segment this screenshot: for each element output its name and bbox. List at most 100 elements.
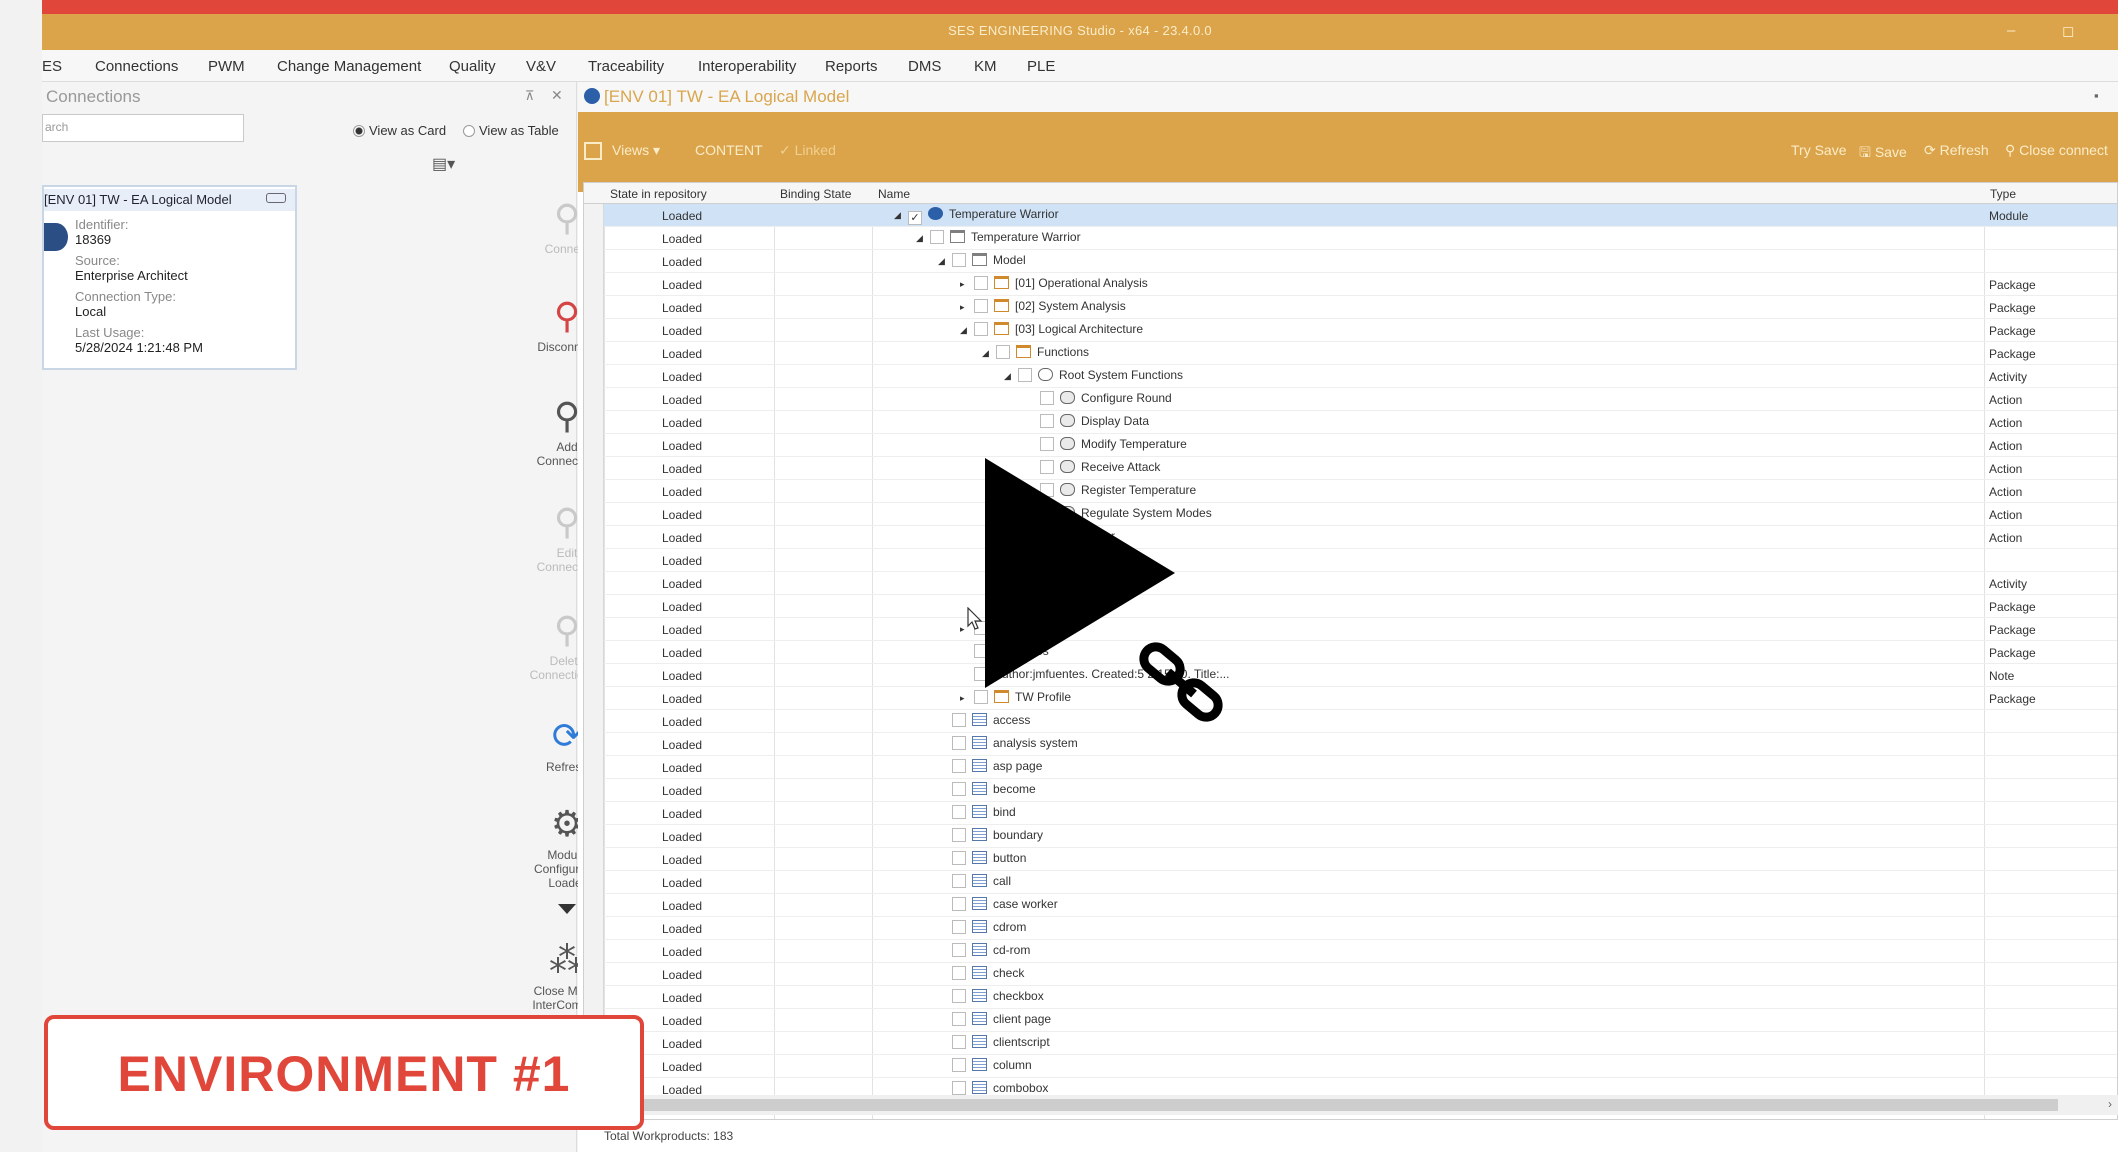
table-row[interactable]: Loaded cdrom (604, 917, 2117, 940)
row-checkbox[interactable] (952, 805, 966, 819)
table-row[interactable]: Loaded checkbox (604, 986, 2117, 1009)
row-checkbox[interactable] (930, 230, 944, 244)
pin-icon[interactable]: ▪ (2094, 88, 2099, 103)
column-header-name[interactable]: Name (878, 187, 910, 201)
row-selector[interactable] (584, 894, 604, 917)
row-selector[interactable] (584, 204, 604, 227)
search-input[interactable]: arch (42, 114, 244, 142)
row-selector[interactable] (584, 572, 604, 595)
menu-item[interactable]: Quality (449, 58, 496, 75)
row-selector[interactable] (584, 480, 604, 503)
expand-toggle-icon[interactable]: ◢ (982, 348, 992, 359)
table-row[interactable]: Loaded clientscript (604, 1032, 2117, 1055)
row-selector[interactable] (584, 825, 604, 848)
table-row[interactable]: Loaded client page (604, 1009, 2117, 1032)
row-checkbox[interactable] (952, 736, 966, 750)
row-selector[interactable] (584, 756, 604, 779)
table-row[interactable]: Loaded asp page (604, 756, 2117, 779)
scrollbar-thumb[interactable] (603, 1099, 2058, 1111)
table-row[interactable]: Loaded ▸ [02] System Analysis Package (604, 296, 2117, 319)
row-selector[interactable] (584, 250, 604, 273)
save-button[interactable]: 🖫 Save (1859, 142, 1907, 166)
minimize-button[interactable]: – (2007, 22, 2015, 39)
row-checkbox[interactable] (952, 253, 966, 267)
table-row[interactable]: Loaded Power Action (604, 526, 2117, 549)
row-selector[interactable] (584, 687, 604, 710)
row-selector[interactable] (584, 411, 604, 434)
table-row[interactable]: Loaded cd-rom (604, 940, 2117, 963)
horizontal-scrollbar[interactable]: › (583, 1095, 2118, 1115)
row-selector[interactable] (584, 871, 604, 894)
try-save-button[interactable]: Try Save (1791, 142, 1847, 158)
scroll-right-icon[interactable]: › (2108, 1097, 2112, 1111)
table-row[interactable]: Loaded Modify Temperature Action (604, 434, 2117, 457)
maximize-button[interactable]: ◻ (2062, 22, 2074, 40)
menu-item[interactable]: V&V (526, 58, 556, 75)
expand-toggle-icon[interactable]: ◢ (1004, 371, 1014, 382)
chevron-down-icon[interactable] (558, 904, 576, 914)
table-row[interactable]: Loaded ◢ ✓ Temperature Warrior Module (604, 204, 2117, 227)
row-selector[interactable] (584, 618, 604, 641)
table-row[interactable]: Loaded ▸ [01] Operational Analysis Package (604, 273, 2117, 296)
row-selector[interactable] (584, 917, 604, 940)
table-row[interactable]: Loaded ▸ quirements Package (604, 618, 2117, 641)
table-row[interactable]: Loaded Package (604, 595, 2117, 618)
row-selector[interactable] (584, 365, 604, 388)
row-selector[interactable] (584, 526, 604, 549)
row-selector[interactable] (584, 963, 604, 986)
row-selector[interactable] (584, 733, 604, 756)
table-row[interactable]: Loaded call (604, 871, 2117, 894)
table-row[interactable]: Loaded ctions Activity (604, 572, 2117, 595)
expand-toggle-icon[interactable]: ▸ (960, 693, 970, 704)
table-row[interactable]: Loaded button (604, 848, 2117, 871)
row-checkbox[interactable] (1040, 437, 1054, 451)
pin-icon[interactable]: ⊼ (525, 88, 535, 104)
view-as-card-radio[interactable]: View as Card (353, 123, 446, 138)
row-checkbox[interactable] (952, 1058, 966, 1072)
row-checkbox[interactable] (996, 345, 1010, 359)
row-checkbox[interactable] (952, 966, 966, 980)
menu-item[interactable]: Reports (825, 58, 878, 75)
close-connection-button[interactable]: ⚲ Close connect (2005, 142, 2108, 159)
menu-item[interactable]: Interoperability (698, 58, 796, 75)
row-checkbox[interactable] (952, 1035, 966, 1049)
row-selector[interactable] (584, 940, 604, 963)
row-checkbox[interactable] (952, 920, 966, 934)
row-selector[interactable] (584, 227, 604, 250)
table-row[interactable]: Loaded Register Temperature Action (604, 480, 2117, 503)
row-checkbox[interactable] (1018, 368, 1032, 382)
menu-item[interactable]: Traceability (588, 58, 664, 75)
row-selector[interactable] (584, 986, 604, 1009)
row-checkbox[interactable] (952, 782, 966, 796)
table-row[interactable]: Loaded column (604, 1055, 2117, 1078)
table-row[interactable]: Loaded Configure Round Action (604, 388, 2117, 411)
table-row[interactable]: Loaded Receive Attack Action (604, 457, 2117, 480)
menu-item[interactable]: ES (42, 58, 62, 75)
row-checkbox[interactable] (974, 299, 988, 313)
table-row[interactable]: Loaded Author:jmfuentes. Created:5 2 15:1… (604, 664, 2117, 687)
expand-toggle-icon[interactable]: ▸ (960, 279, 970, 290)
document-tab[interactable]: [ENV 01] TW - EA Logical Model ▪ (578, 82, 2118, 112)
row-selector[interactable] (584, 802, 604, 825)
row-checkbox[interactable] (1040, 391, 1054, 405)
connection-card[interactable]: [ENV 01] TW - EA Logical Model Identifie… (42, 185, 297, 370)
expand-toggle-icon[interactable]: ◢ (960, 325, 970, 336)
table-row[interactable]: Loaded analysis system (604, 733, 2117, 756)
table-row[interactable]: Loaded Functions (604, 549, 2117, 572)
row-checkbox[interactable] (952, 851, 966, 865)
menu-item[interactable]: DMS (908, 58, 941, 75)
table-row[interactable]: Loaded bind (604, 802, 2117, 825)
row-checkbox[interactable] (952, 989, 966, 1003)
row-selector[interactable] (584, 848, 604, 871)
table-row[interactable]: Loaded ◢ [03] Logical Architecture Package (604, 319, 2117, 342)
row-checkbox[interactable] (952, 759, 966, 773)
menu-item[interactable]: PWM (208, 58, 245, 75)
row-checkbox[interactable] (952, 713, 966, 727)
row-checkbox[interactable] (952, 874, 966, 888)
row-checkbox[interactable] (952, 1012, 966, 1026)
view-as-table-radio[interactable]: View as Table (463, 123, 559, 138)
row-selector[interactable] (584, 549, 604, 572)
row-selector[interactable] (584, 779, 604, 802)
column-header-type[interactable]: Type (1990, 187, 2016, 201)
table-row[interactable]: Loaded ◢ Model (604, 250, 2117, 273)
